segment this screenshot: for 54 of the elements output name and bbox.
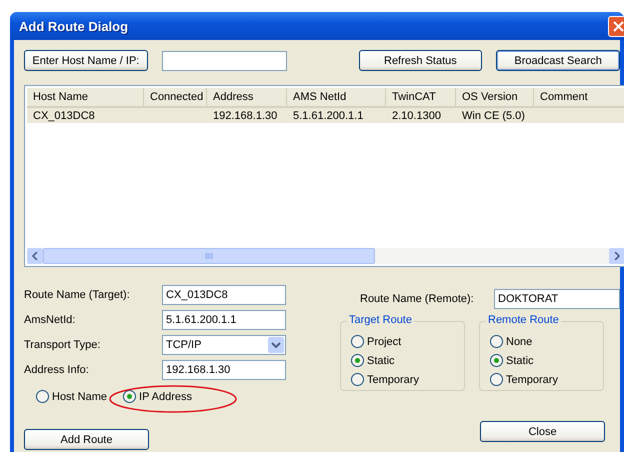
table-row[interactable]: CX_013DC8 192.168.1.30 5.1.61.200.1.1 2.10.1300 Win CE (5.0) [27, 108, 624, 123]
scroll-thumb[interactable] [43, 248, 375, 264]
table-cell-text: 2.10.1300 [391, 108, 442, 123]
field-label: Route Name (Target): [24, 289, 131, 301]
field-label: Address Info: [24, 364, 90, 376]
column-header[interactable]: Comment [534, 88, 624, 106]
host-input-field[interactable] [162, 50, 287, 70]
radio-button[interactable] [490, 373, 503, 386]
radio-button[interactable] [490, 335, 503, 348]
radio-label[interactable]: Temporary [367, 374, 419, 386]
radio-button[interactable] [490, 354, 503, 367]
radio-label[interactable]: IP Address [139, 390, 192, 402]
table-cell-text: CX_013DC8 [32, 108, 96, 123]
column-header[interactable]: OS Version [456, 88, 534, 106]
column-header[interactable]: TwinCAT [386, 88, 456, 106]
field-label: AmsNetId: [24, 314, 76, 326]
column-header[interactable]: Host Name [27, 88, 144, 106]
table-cell-text: Win CE (5.0) [461, 108, 526, 123]
radio-button[interactable] [351, 373, 364, 386]
window-title: Add Route Dialog [19, 18, 128, 34]
add-route-button[interactable]: Add Route [24, 429, 149, 450]
close-dialog-button[interactable]: Close [480, 421, 605, 442]
radio-label[interactable]: None [506, 336, 532, 348]
ams-netid-field[interactable]: 5.1.61.200.1.1 [162, 310, 286, 330]
radio-button[interactable] [351, 354, 364, 367]
host-name-button[interactable]: Enter Host Name / IP: [24, 50, 148, 71]
radio-label[interactable]: Host Name [52, 390, 108, 402]
transport-type-dropdown[interactable]: TCP/IP [162, 335, 286, 355]
radio-label[interactable]: Temporary [506, 374, 558, 386]
radio-label[interactable]: Project [367, 336, 402, 348]
radio-button[interactable] [123, 390, 136, 403]
remote-route-name-field[interactable]: DOKTORAT [494, 289, 620, 309]
grip-icon [205, 253, 213, 259]
group-title: Target Route [347, 314, 414, 326]
radio-label[interactable]: Static [367, 354, 395, 366]
refresh-status-button[interactable]: Refresh Status [358, 50, 482, 71]
route-name-field[interactable]: CX_013DC8 [162, 285, 286, 305]
table-cell-text: 192.168.1.30 [212, 108, 278, 123]
table-cell-text: 5.1.61.200.1.1 [292, 108, 364, 123]
broadcast-search-button[interactable]: Broadcast Search [496, 50, 620, 71]
address-info-field[interactable]: 192.168.1.30 [162, 360, 286, 380]
radio-label[interactable]: Static [506, 354, 534, 366]
field-label: Route Name (Remote): [360, 293, 475, 305]
column-header[interactable]: Address [207, 88, 287, 106]
column-header[interactable]: Connected [144, 88, 207, 106]
column-header[interactable]: AMS NetId [287, 88, 386, 106]
radio-button[interactable] [36, 390, 49, 403]
scroll-left-icon[interactable] [27, 248, 43, 264]
close-button[interactable] [608, 16, 624, 37]
group-title: Remote Route [486, 314, 561, 326]
horizontal-scrollbar[interactable] [27, 248, 624, 264]
radio-button[interactable] [351, 335, 364, 348]
scroll-right-icon[interactable] [609, 248, 624, 264]
field-label: Transport Type: [24, 339, 102, 351]
